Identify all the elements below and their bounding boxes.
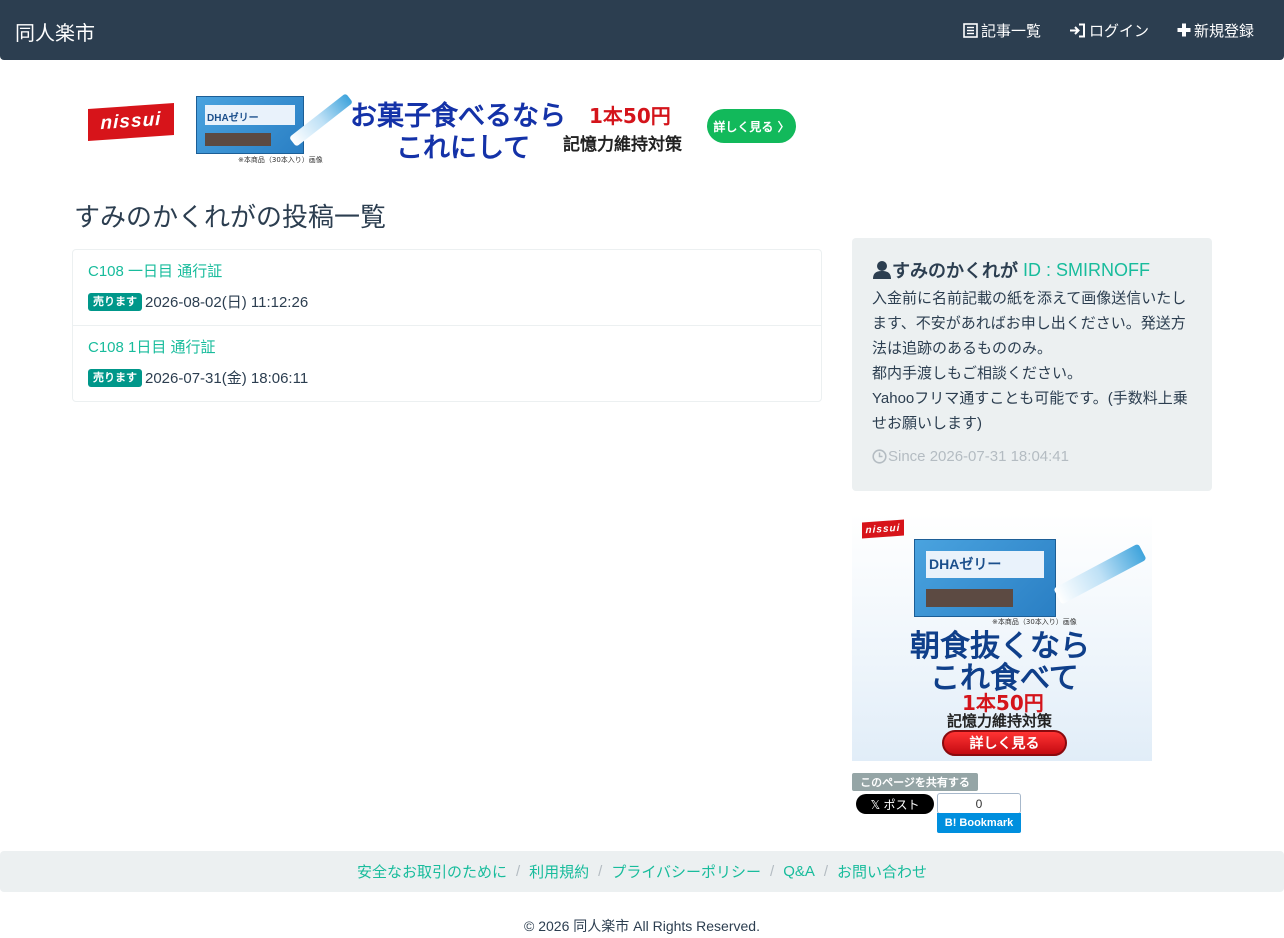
navbar: 同人楽市 記事一覧 ログイン 新規登録 — [0, 0, 1284, 60]
profile-header: すみのかくれが ID : SMIRNOFF — [872, 258, 1192, 282]
sell-badge: 売ります — [88, 368, 142, 387]
profile-since-text: Since 2026-07-31 18:04:41 — [888, 448, 1069, 465]
nav-register[interactable]: 新規登録 — [1177, 20, 1254, 41]
footer-links: 安全なお取引のために / 利用規約 / プライバシーポリシー / Q&A / お… — [0, 851, 1284, 892]
side-ad-detail-button[interactable]: 詳しく見る — [942, 730, 1067, 756]
plus-icon — [1177, 23, 1191, 37]
nav-login-label: ログイン — [1088, 22, 1149, 40]
post-list: C108 一日目 通行証 売ります 2026-08-02(日) 11:12:26… — [72, 249, 822, 402]
profile-bio: 入金前に名前記載の紙を添えて画像送信いたします、不安があればお申し出ください。発… — [872, 290, 1188, 432]
list-item: C108 一日目 通行証 売ります 2026-08-02(日) 11:12:26 — [73, 250, 821, 326]
hatena-bookmark-button[interactable]: B! Bookmark — [937, 813, 1021, 833]
product-name: DHAゼリー — [929, 556, 1002, 572]
top-banner-ad[interactable]: nissui DHAゼリー ※本商品（30本入り）画像 お菓子食べるなら これに… — [80, 92, 798, 164]
footer-link-terms[interactable]: 利用規約 — [529, 861, 589, 882]
nav-links: 記事一覧 ログイン 新規登録 — [935, 0, 1254, 60]
share-label: このページを共有する — [852, 773, 978, 791]
copyright: © 2026 同人楽市 All Rights Reserved. — [524, 918, 760, 934]
banner-tagline: 記憶力維持対策 — [563, 135, 682, 155]
sell-badge: 売ります — [88, 292, 142, 311]
nav-article-list-label: 記事一覧 — [980, 22, 1041, 40]
login-icon — [1069, 23, 1085, 37]
list-item: C108 1日目 通行証 売ります 2026-07-31(金) 18:06:11 — [73, 326, 821, 401]
post-date: 2026-07-31(金) 18:06:11 — [145, 370, 309, 387]
post-title-link[interactable]: C108 一日目 通行証 — [88, 262, 806, 282]
hatena-bookmark-count: 0 — [937, 793, 1021, 814]
x-post-button[interactable]: 𝕏 ポスト — [856, 794, 934, 814]
profile-name: すみのかくれが — [892, 261, 1018, 281]
nav-article-list[interactable]: 記事一覧 — [963, 20, 1041, 41]
side-banner-ad[interactable]: nissui DHAゼリー ※本商品（30本入り）画像 朝食抜くなら これ食べて… — [852, 513, 1152, 761]
profile-panel: すみのかくれが ID : SMIRNOFF 入金前に名前記載の紙を添えて画像送信… — [852, 238, 1212, 491]
banner-detail-button[interactable]: 詳しく見る 〉 — [707, 109, 796, 143]
user-icon — [873, 261, 891, 279]
post-meta: 売ります 2026-08-02(日) 11:12:26 — [88, 291, 806, 312]
post-title-link[interactable]: C108 1日目 通行証 — [88, 338, 806, 358]
post-date: 2026-08-02(日) 11:12:26 — [145, 294, 309, 311]
page-title: すみのかくれがの投稿一覧 — [74, 202, 387, 232]
footer-separator: / — [770, 863, 775, 880]
footer-separator: / — [823, 863, 829, 880]
jelly-stick-image — [1053, 543, 1147, 605]
footer-link-qa[interactable]: Q&A — [783, 863, 815, 880]
banner-headline-2: これにして — [396, 133, 531, 164]
product-box-image: DHAゼリー — [914, 539, 1056, 617]
nissui-logo: nissui — [862, 519, 904, 539]
post-meta: 売ります 2026-07-31(金) 18:06:11 — [88, 367, 806, 388]
banner-caption: ※本商品（30本入り）画像 — [238, 156, 323, 164]
footer-link-contact[interactable]: お問い合わせ — [837, 861, 927, 882]
profile-since: Since 2026-07-31 18:04:41 — [872, 448, 1069, 465]
list-icon — [963, 22, 978, 38]
nav-register-label: 新規登録 — [1193, 22, 1254, 40]
profile-id: ID : SMIRNOFF — [1023, 259, 1150, 280]
footer-separator: / — [598, 863, 603, 880]
nav-login[interactable]: ログイン — [1069, 20, 1149, 41]
footer-link-privacy[interactable]: プライバシーポリシー — [611, 861, 761, 882]
brand-logo[interactable]: 同人楽市 — [15, 17, 95, 46]
side-ad-tagline: 記憶力維持対策 — [947, 712, 1053, 730]
footer-link-safety[interactable]: 安全なお取引のために — [357, 861, 507, 882]
product-box-image: DHAゼリー — [196, 96, 304, 154]
banner-price: 1本50円 — [589, 104, 671, 128]
clock-icon — [872, 449, 887, 464]
nissui-logo: nissui — [88, 102, 174, 142]
footer-separator: / — [515, 863, 521, 880]
product-name: DHAゼリー — [207, 113, 259, 124]
